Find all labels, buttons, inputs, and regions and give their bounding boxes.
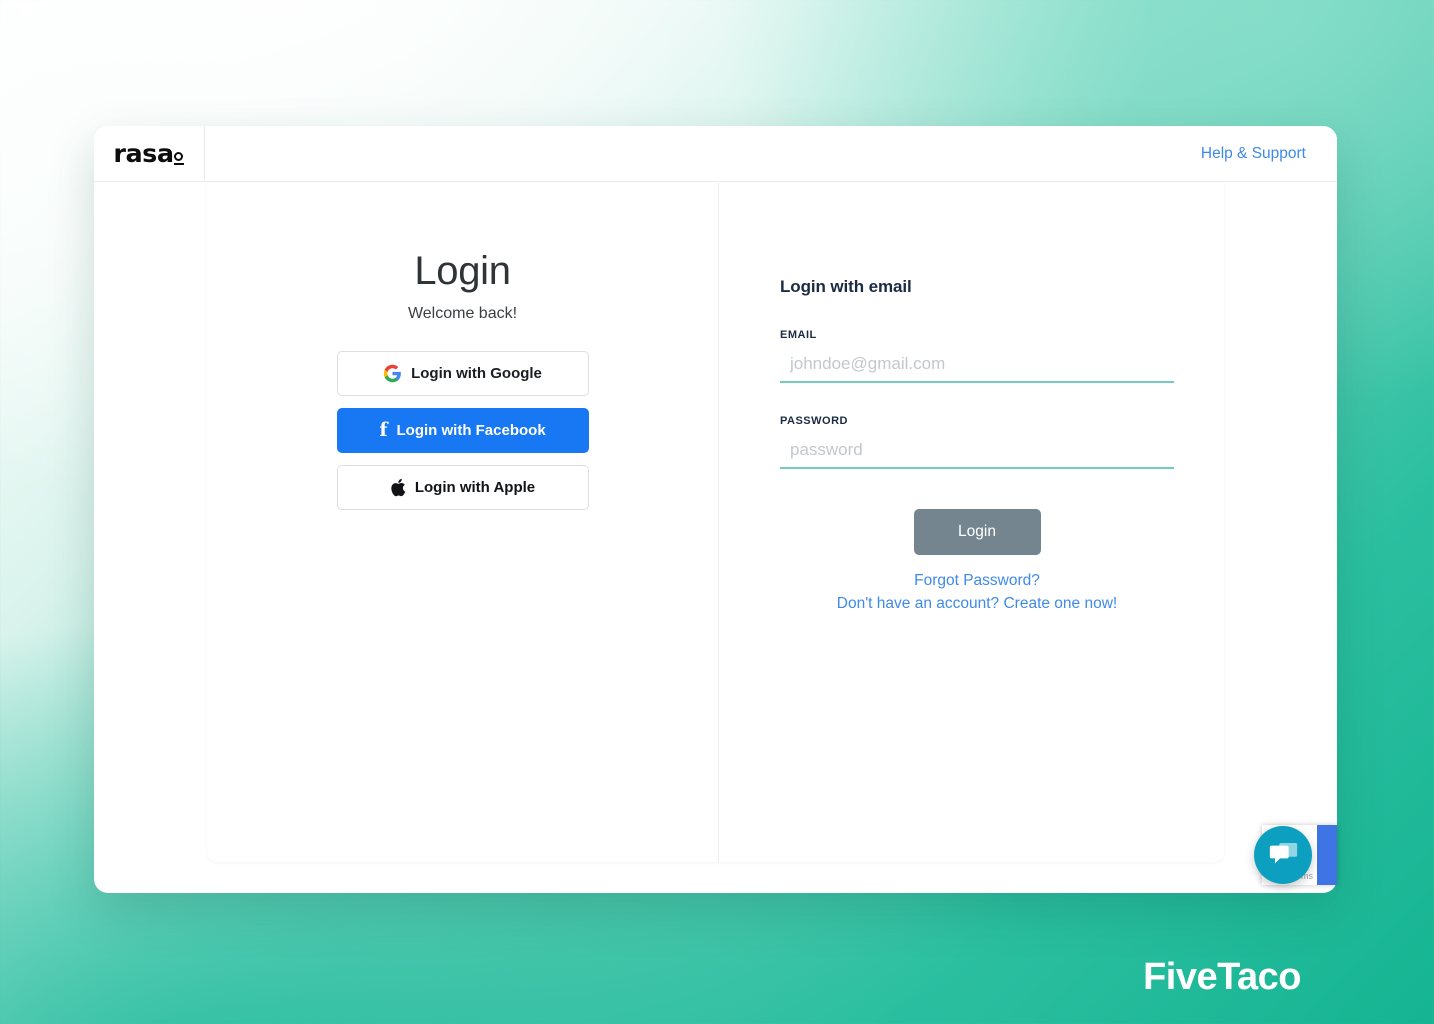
fivetaco-watermark: FiveTaco — [1143, 956, 1301, 998]
social-login-buttons: Login with Google f Login with Facebook … — [336, 351, 589, 510]
password-input[interactable] — [780, 437, 1174, 469]
welcome-subtitle: Welcome back! — [407, 305, 518, 322]
logo-text: rasa — [113, 138, 174, 168]
forgot-password-link[interactable]: Forgot Password? — [914, 572, 1040, 590]
facebook-icon: f — [379, 419, 388, 441]
auth-links: Forgot Password? Don't have an account? … — [780, 572, 1174, 613]
google-icon — [383, 364, 402, 383]
login-panel: Login Welcome back! Login with Google f … — [207, 183, 1224, 862]
email-label: EMAIL — [780, 329, 817, 341]
apple-icon — [390, 478, 406, 497]
email-input[interactable] — [780, 351, 1174, 383]
recaptcha-accent-strip — [1317, 825, 1337, 885]
app-header: rasa Help & Support — [94, 126, 1337, 182]
email-login-section: Login with email EMAIL PASSWORD Login Fo… — [719, 183, 1224, 862]
password-label: PASSWORD — [780, 415, 848, 427]
login-submit-button[interactable]: Login — [913, 509, 1041, 555]
social-login-section: Login Welcome back! Login with Google f … — [207, 183, 719, 862]
chat-widget-button[interactable] — [1254, 826, 1312, 884]
brand-logo[interactable]: rasa — [94, 126, 205, 181]
page-title: Login — [414, 249, 511, 293]
help-and-support-link[interactable]: Help & Support — [1201, 145, 1306, 163]
header-actions: Help & Support — [205, 126, 1337, 181]
chat-bubble-icon — [1269, 842, 1298, 868]
logo-mark: rasa — [113, 138, 184, 168]
rasa-circle-bar-mark-icon — [173, 151, 184, 166]
create-account-link[interactable]: Don't have an account? Create one now! — [837, 595, 1117, 613]
app-window: rasa Help & Support Login Welcome back! — [94, 126, 1337, 893]
login-with-facebook-label: Login with Facebook — [396, 422, 546, 439]
login-with-apple-button[interactable]: Login with Apple — [336, 465, 589, 510]
login-with-google-button[interactable]: Login with Google — [336, 351, 589, 396]
submit-row: Login — [780, 509, 1174, 555]
password-field-group: PASSWORD — [780, 415, 1174, 469]
email-login-heading: Login with email — [780, 277, 912, 296]
login-with-facebook-button[interactable]: f Login with Facebook — [336, 408, 589, 453]
email-field-group: EMAIL — [780, 329, 1174, 383]
login-with-apple-label: Login with Apple — [414, 479, 536, 496]
login-with-google-label: Login with Google — [411, 365, 542, 382]
